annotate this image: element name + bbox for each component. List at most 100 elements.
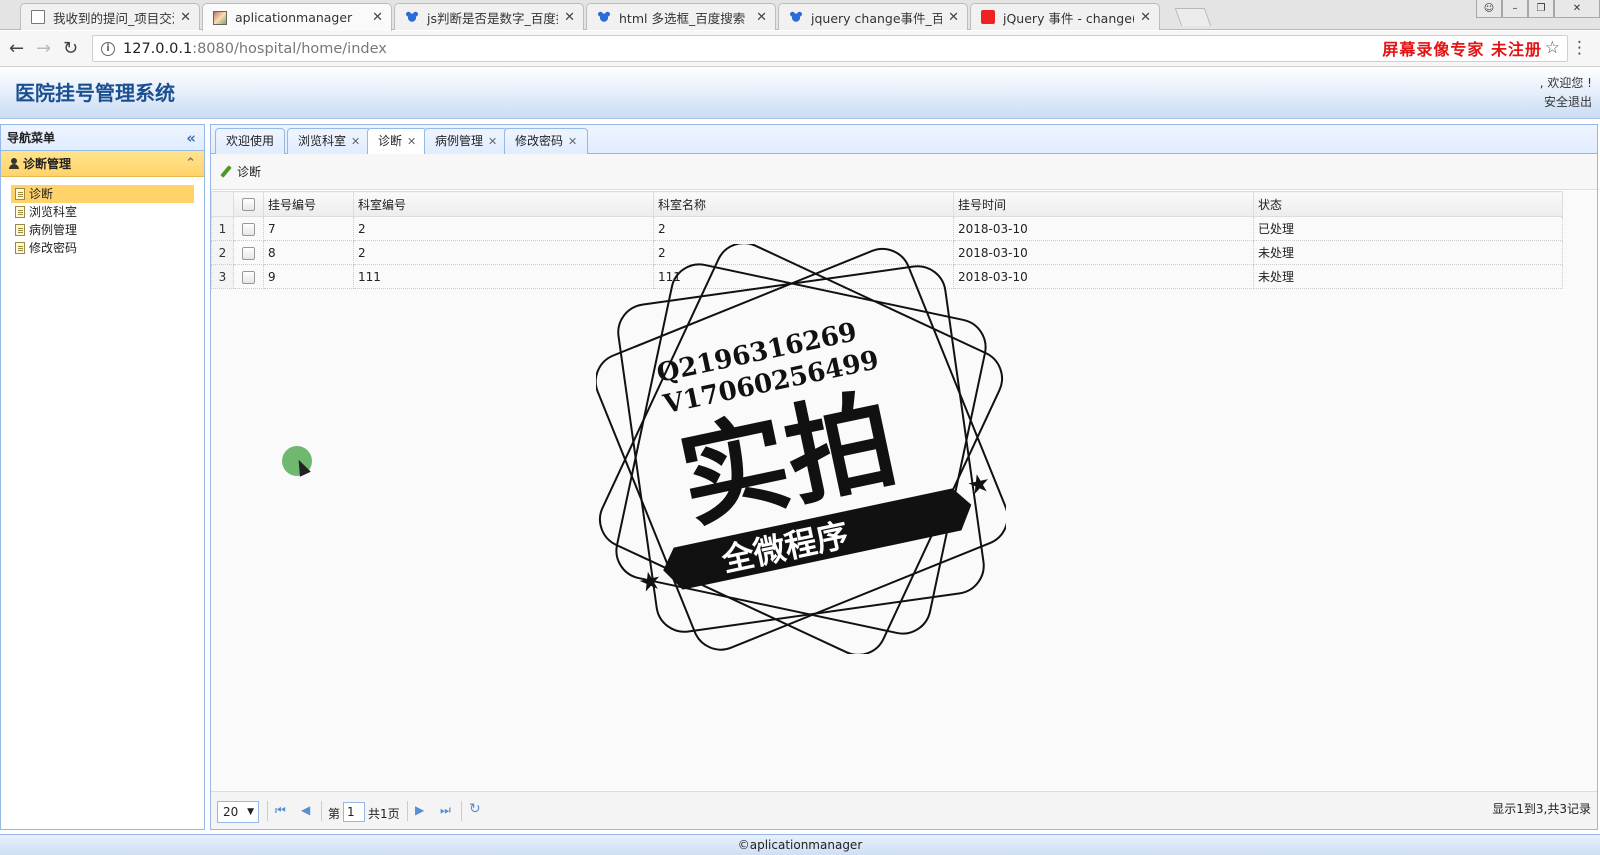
next-page-icon[interactable]: ▶ [415,803,424,817]
page-number-input[interactable]: 1 [343,802,365,822]
table-row[interactable]: 1 7 2 2 2018-03-10 已处理 [211,216,1563,241]
tab-cases[interactable]: 病例管理 ✕ [424,128,509,154]
browser-menu-icon[interactable]: ⋮ [1571,38,1588,58]
url-host: 127.0.0.1 [123,40,193,57]
table-header-row: 挂号编号 科室编号 科室名称 挂号时间 状态 [211,191,1563,217]
tab-close-icon[interactable]: ✕ [351,135,360,148]
tab-diagnosis[interactable]: 诊断 ✕ [367,128,428,155]
browser-tab-5[interactable]: jquery change事件_百度 ✕ [778,3,968,30]
row-checkbox-cell [233,240,264,265]
select-all-checkbox[interactable] [242,198,255,211]
tab-close-icon[interactable]: ✕ [407,135,416,148]
tab-label: 欢迎使用 [226,134,275,148]
prev-page-icon[interactable]: ◀ [301,803,310,817]
page-footer: ©aplicationmanager [0,834,1600,855]
diagnose-button[interactable]: 诊断 [219,163,261,180]
close-icon[interactable]: ✕ [180,10,191,25]
last-page-icon[interactable]: ⏭ [440,803,451,818]
cell-reg-id: 9 [263,264,354,289]
browser-tab-4[interactable]: html 多选框_百度搜索 ✕ [586,3,776,30]
rownum-header [211,191,234,217]
pager-separator [267,801,268,821]
nav-item-label: 修改密码 [29,241,78,255]
window-controls: ☺ – ❐ ✕ [1476,0,1600,18]
col-header-dept-name[interactable]: 科室名称 [653,191,954,217]
star-icon: ★ [636,565,665,599]
app-title: 医院挂号管理系统 [15,81,175,105]
pager-separator [321,801,322,821]
chevron-up-icon[interactable]: ⌃ [185,151,196,177]
close-icon[interactable]: ✕ [948,10,959,25]
row-checkbox[interactable] [242,270,255,284]
baidu-icon [597,10,611,24]
row-number: 3 [211,264,234,289]
page-prefix: 第 [328,807,341,821]
nav-item-diagnosis[interactable]: 诊断 [11,185,194,203]
col-header-status[interactable]: 状态 [1253,191,1563,217]
cell-reg-time: 2018-03-10 [953,216,1254,241]
minimize-icon[interactable]: – [1502,0,1528,18]
browser-tab-title: aplicationmanager [235,10,353,25]
welcome-text: , 欢迎您 ! [1539,76,1592,90]
close-icon[interactable]: ✕ [756,10,767,25]
tab-label: 病例管理 [435,134,484,148]
info-icon[interactable]: i [101,41,115,56]
browser-tab-3[interactable]: js判断是否是数字_百度搜 ✕ [394,3,584,30]
collapse-left-icon[interactable]: « [186,125,196,151]
browser-tab-title: jQuery 事件 - change() [1003,10,1135,26]
row-checkbox[interactable] [242,246,255,260]
tab-password[interactable]: 修改密码 ✕ [504,128,589,154]
file-icon [15,242,25,254]
window-close-icon[interactable]: ✕ [1554,0,1600,18]
recorder-watermark: 屏幕录像专家 未注册 [1382,40,1542,59]
url-input[interactable]: i 127.0.0.1:8080/hospital/home/index [92,35,1568,62]
refresh-icon[interactable]: ↻ [469,801,481,817]
bookmark-star-icon[interactable]: ☆ [1545,38,1560,58]
first-page-icon[interactable]: ⏮ [275,803,286,818]
restore-icon[interactable]: ❐ [1528,0,1554,18]
browser-tab-2[interactable]: aplicationmanager ✕ [202,3,392,31]
tab-close-icon[interactable]: ✕ [488,135,497,148]
user-icon [9,158,19,169]
pager-info: 显示1到3,共3记录 [1492,802,1591,816]
cell-reg-id: 7 [263,216,354,241]
reload-icon[interactable]: ↻ [63,38,78,59]
address-bar: ← → ↻ i 127.0.0.1:8080/hospital/home/ind… [0,31,1600,67]
baidu-icon [405,10,419,24]
file-icon [15,206,25,218]
nav-tree: 诊断 浏览科室 病例管理 修改密码 [1,177,204,265]
accordion-header-diagnosis[interactable]: 诊断管理 ⌃ [1,151,204,177]
cell-status: 未处理 [1253,240,1563,265]
cell-status: 未处理 [1253,264,1563,289]
browser-tab-1[interactable]: 我收到的提问_项目交流 ✕ [20,3,200,30]
tab-welcome[interactable]: 欢迎使用 [215,128,286,154]
url-path: :8080/hospital/home/index [192,40,387,57]
nav-item-departments[interactable]: 浏览科室 [11,203,194,221]
browser-tab-title: js判断是否是数字_百度搜 [427,10,559,26]
stamp-watermark: Q2196316269 V17060256499 实拍 全微程序 ★ ★ [596,244,1006,654]
nav-item-cases[interactable]: 病例管理 [11,221,194,239]
tab-departments[interactable]: 浏览科室 ✕ [287,128,372,154]
col-header-dept-id[interactable]: 科室编号 [353,191,654,217]
browser-tab-title: html 多选框_百度搜索 [619,10,746,26]
accordion-title: 诊断管理 [23,157,72,171]
close-icon[interactable]: ✕ [372,10,383,25]
forward-arrow-icon[interactable]: → [36,38,51,59]
grid-toolbar: 诊断 [211,154,1597,190]
close-icon[interactable]: ✕ [564,10,575,25]
logout-link[interactable]: 安全退出 [1540,93,1592,112]
browser-tab-title: 我收到的提问_项目交流 [53,10,175,26]
nav-item-password[interactable]: 修改密码 [11,239,194,257]
row-number: 1 [211,216,234,241]
back-arrow-icon[interactable]: ← [9,38,24,59]
new-tab-button[interactable] [1174,8,1212,26]
page-total: 共1页 [368,807,400,821]
browser-tab-6[interactable]: jQuery 事件 - change() ✕ [970,3,1160,30]
col-header-reg-time[interactable]: 挂号时间 [953,191,1254,217]
row-checkbox[interactable] [242,222,255,236]
col-header-reg-id[interactable]: 挂号编号 [263,191,354,217]
page-size-select[interactable]: 20 ▼ [217,801,259,823]
close-icon[interactable]: ✕ [1140,10,1151,25]
profile-icon[interactable]: ☺ [1476,0,1502,18]
tab-close-icon[interactable]: ✕ [568,135,577,148]
